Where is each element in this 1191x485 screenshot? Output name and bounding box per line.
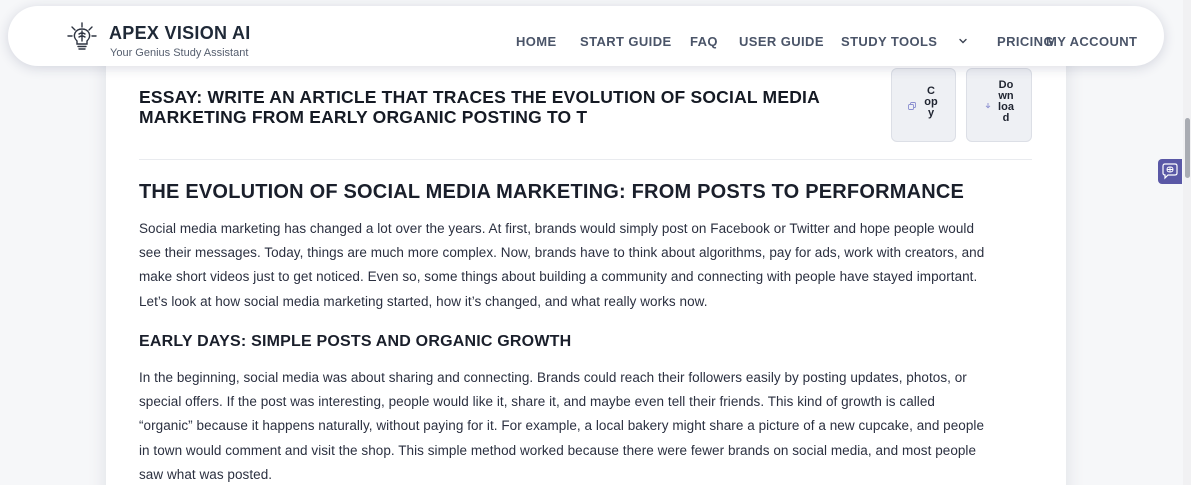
download-button-label: Do wn loa d	[993, 80, 1019, 124]
copy-label-part: y	[927, 107, 935, 119]
paragraph-line: in town would comment and visit the shop…	[139, 442, 977, 458]
intro-paragraph: Social media marketing has changed a lot…	[139, 217, 1039, 314]
page: APEX VISION AI Your Genius Study Assista…	[0, 0, 1191, 485]
section-heading: EARLY DAYS: SIMPLE POSTS AND ORGANIC GRO…	[139, 333, 572, 350]
paragraph-line: make short videos just to get noticed. E…	[139, 269, 978, 285]
paragraph-line: “organic” because it happens naturally, …	[139, 418, 985, 434]
paragraph-line: Social media marketing has changed a lot…	[139, 221, 975, 236]
paragraph-line: saw what was posted.	[139, 466, 273, 482]
paragraph-line: Let’s look at how social media marketing…	[139, 293, 708, 309]
nav-my-account[interactable]: MY ACCOUNT	[1046, 34, 1137, 49]
essay-title: ESSAY: WRITE AN ARTICLE THAT TRACES THE …	[139, 87, 859, 127]
article-heading: THE EVOLUTION OF SOCIAL MEDIA MARKETING:…	[139, 181, 965, 203]
nav-home[interactable]: HOME	[516, 34, 557, 49]
paragraph-line: In the beginning, social media was about…	[139, 370, 967, 385]
paragraph-line: see their messages. Today, things are mu…	[139, 245, 985, 261]
brand-subtitle: Your Genius Study Assistant	[110, 47, 249, 59]
nav-user-guide[interactable]: USER GUIDE	[739, 34, 824, 49]
nav-faq[interactable]: FAQ	[690, 34, 718, 49]
nav-start-guide[interactable]: START GUIDE	[580, 34, 672, 49]
download-icon	[985, 103, 991, 109]
nav-study-tools[interactable]: STUDY TOOLS	[841, 34, 937, 49]
essay-title-line: ESSAY: WRITE AN ARTICLE THAT TRACES THE …	[139, 87, 820, 107]
brand-title[interactable]: APEX VISION AI	[109, 23, 251, 44]
download-button[interactable]: Do wn loa d	[966, 68, 1032, 142]
copy-button-label: C op y	[920, 86, 942, 119]
section-paragraph: In the beginning, social media was about…	[139, 366, 1039, 485]
paragraph-line: special offers. If the post was interest…	[139, 394, 935, 410]
divider	[139, 159, 1032, 160]
scrollbar-track[interactable]	[1183, 0, 1191, 485]
essay-title-line: MARKETING FROM EARLY ORGANIC POSTING TO …	[139, 107, 588, 127]
download-label-part: d	[1002, 112, 1010, 124]
chevron-down-icon[interactable]	[958, 36, 968, 46]
brain-chat-icon	[1162, 163, 1178, 180]
top-navbar: APEX VISION AI Your Genius Study Assista…	[8, 6, 1164, 66]
lightbulb-brain-icon[interactable]	[67, 22, 97, 52]
copy-button[interactable]: C op y	[891, 68, 956, 142]
scrollbar-thumb[interactable]	[1185, 118, 1190, 178]
assistant-widget-button[interactable]	[1158, 159, 1182, 184]
copy-icon	[908, 102, 916, 110]
